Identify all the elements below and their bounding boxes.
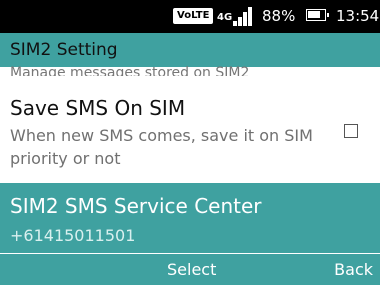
sms-service-center-title: SIM2 SMS Service Center: [10, 194, 262, 218]
sms-service-center-number: +61415011501: [10, 226, 136, 245]
sms-service-center-item[interactable]: SIM2 SMS Service Center +61415011501: [0, 183, 380, 253]
battery-level-fill: [308, 11, 320, 18]
battery-icon: [306, 9, 329, 21]
status-bar: VoLTE 4G 88% 13:54: [0, 0, 380, 33]
signal-strength-icon: [233, 6, 255, 26]
save-sms-on-sim-checkbox[interactable]: [344, 124, 358, 138]
previous-item-summary-text: Manage messages stored on SIM2: [10, 65, 250, 76]
softkey-bar: Select Back: [0, 254, 380, 285]
select-softkey[interactable]: Select: [167, 260, 216, 280]
save-sms-on-sim-summary: When new SMS comes, save it on SIM prior…: [10, 126, 313, 168]
save-sms-on-sim-title: Save SMS On SIM: [10, 96, 186, 120]
previous-item-summary: Manage messages stored on SIM2: [10, 60, 380, 76]
volte-badge: VoLTE: [173, 8, 214, 24]
battery-percentage: 88%: [262, 7, 296, 25]
page-title: SIM2 Setting: [10, 40, 118, 60]
network-type: 4G: [217, 12, 233, 23]
back-softkey[interactable]: Back: [334, 260, 373, 280]
clock: 13:54: [336, 7, 380, 25]
